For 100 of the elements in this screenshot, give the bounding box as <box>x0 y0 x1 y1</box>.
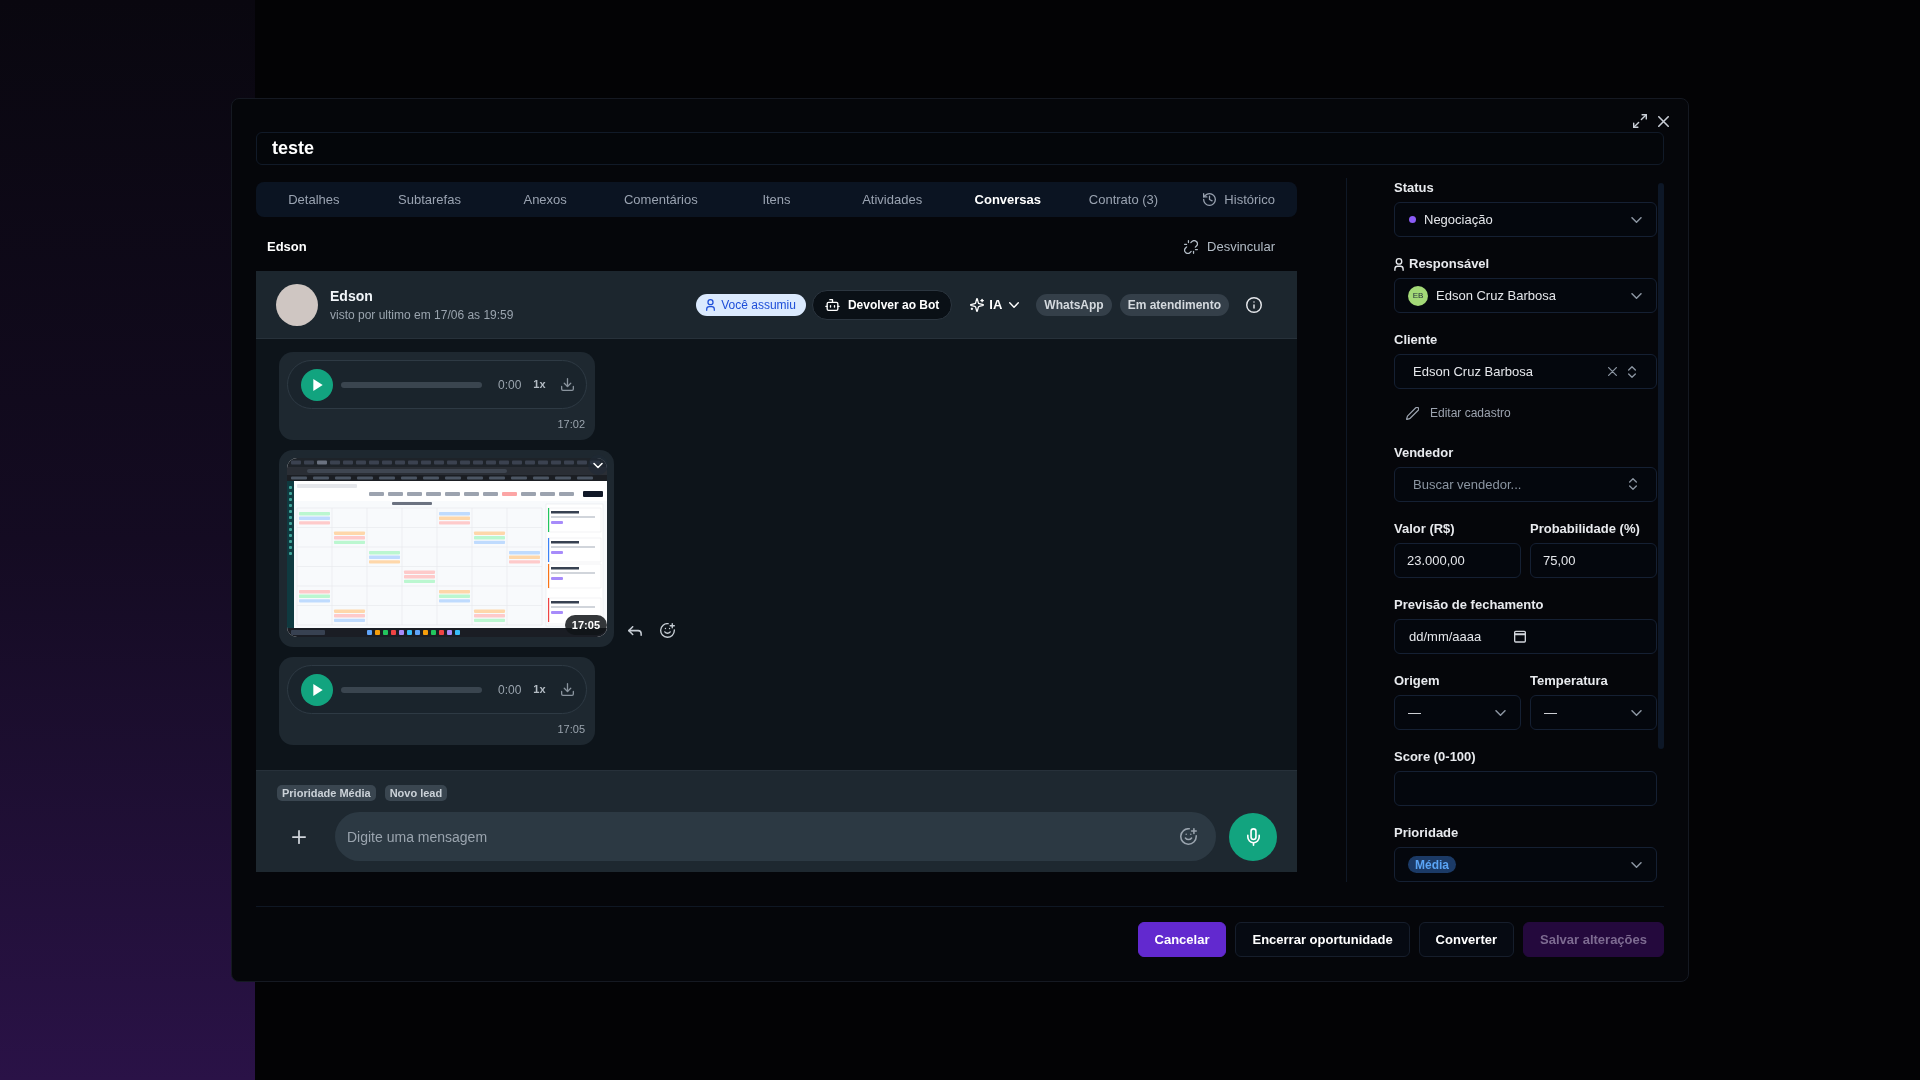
tab[interactable]: Detalhes <box>256 182 372 217</box>
plus-icon <box>292 829 306 844</box>
smiley-plus-icon <box>1180 828 1197 845</box>
up-down-chevron-icon <box>1629 478 1637 490</box>
user-avatar: EB <box>1408 285 1428 306</box>
chevron-down-icon <box>1631 216 1642 223</box>
number-field[interactable]: 23.000,00 <box>1394 543 1521 578</box>
tab[interactable]: Histórico <box>1181 182 1297 217</box>
tab[interactable]: Itens <box>718 182 835 217</box>
field-label: Vendedor <box>1394 444 1455 463</box>
contact-label: Edson <box>267 238 307 257</box>
status-select[interactable]: Negociação <box>1394 202 1657 237</box>
tab[interactable]: Subtarefas <box>371 182 488 217</box>
download-button[interactable] <box>561 378 574 391</box>
user-icon <box>1394 257 1404 271</box>
download-button[interactable] <box>561 683 574 696</box>
score-field[interactable] <box>1394 771 1657 806</box>
edit-link[interactable]: Editar cadastro <box>1394 401 1657 425</box>
download-icon <box>561 683 574 696</box>
pencil-icon <box>1406 406 1419 420</box>
client-select[interactable]: Edson Cruz Barbosa <box>1394 354 1657 389</box>
ai-menu-button[interactable]: IA <box>970 294 1020 315</box>
broken-link-icon <box>1184 240 1199 254</box>
conversation-tag: Novo lead <box>384 785 448 801</box>
audio-duration: 0:00 <box>498 681 522 699</box>
microphone-button[interactable] <box>1229 812 1277 861</box>
reply-icon <box>628 625 642 636</box>
up-down-chevron-icon <box>1628 365 1636 378</box>
info-button[interactable] <box>1246 296 1262 313</box>
expand-button[interactable] <box>1632 113 1648 129</box>
contact-avatar <box>276 283 318 326</box>
field-label: Origem <box>1394 672 1441 691</box>
field-label: Prioridade <box>1394 824 1460 843</box>
field-label: Temperatura <box>1530 672 1609 691</box>
tab[interactable]: Contrato (3) <box>1065 182 1182 217</box>
action-button[interactable]: Encerrar oportunidade <box>1235 922 1410 957</box>
field-label: Previsão de fechamento <box>1394 596 1545 615</box>
emoji-button[interactable] <box>1180 828 1197 845</box>
field-label: Cliente <box>1394 331 1439 350</box>
chevron-down-icon[interactable] <box>588 455 608 475</box>
close-icon <box>1608 367 1617 376</box>
action-button[interactable]: Converter <box>1418 922 1515 957</box>
priority-select[interactable]: Média <box>1394 847 1657 882</box>
chevron-down-icon <box>1495 709 1506 716</box>
message-time: 17:02 <box>557 417 585 431</box>
play-icon <box>313 378 323 391</box>
expand-icon <box>1633 114 1647 128</box>
close-icon <box>1657 115 1669 127</box>
unlink-button[interactable]: Desvincular <box>1184 237 1275 257</box>
download-icon <box>561 378 574 391</box>
seller-select[interactable]: Buscar vendedor... <box>1394 467 1657 502</box>
number-field[interactable]: 75,00 <box>1530 543 1657 578</box>
add-button[interactable] <box>292 829 306 844</box>
robot-icon <box>824 298 840 311</box>
audio-progress-track[interactable] <box>341 686 482 693</box>
field-label: Valor (R$) <box>1394 520 1456 539</box>
dropdown-select[interactable]: — <box>1394 695 1521 730</box>
smiley-plus-icon <box>660 623 675 638</box>
playback-speed-button[interactable]: 1x <box>533 376 546 393</box>
last-seen-text: visto por ultimo em 17/06 as 19:59 <box>330 306 514 323</box>
info-icon <box>1246 296 1262 313</box>
message-field[interactable]: Digite uma mensagem <box>335 812 1216 861</box>
dropdown-select[interactable]: — <box>1530 695 1657 730</box>
audio-progress-track[interactable] <box>341 381 482 388</box>
chevron-down-icon <box>1631 292 1642 299</box>
channel-tag: WhatsApp <box>1036 293 1112 316</box>
chevron-down-icon <box>1631 709 1642 716</box>
date-field[interactable]: dd/mm/aaaa <box>1394 619 1657 654</box>
microphone-icon <box>1246 827 1260 846</box>
reply-button[interactable] <box>628 625 642 636</box>
message-time: 17:05 <box>557 722 585 736</box>
play-button[interactable] <box>301 673 333 706</box>
clear-button[interactable] <box>1608 367 1617 376</box>
history-icon <box>1203 193 1217 206</box>
return-to-bot-button[interactable]: Devolver ao Bot <box>811 289 953 320</box>
field-label: Score (0-100) <box>1394 748 1477 767</box>
playback-speed-button[interactable]: 1x <box>533 681 546 698</box>
conversation-tag: Prioridade Média <box>277 785 376 801</box>
play-button[interactable] <box>301 368 333 401</box>
user-icon <box>706 298 716 311</box>
tab[interactable]: Comentários <box>603 182 719 217</box>
action-button[interactable]: Cancelar <box>1137 922 1227 957</box>
title-field[interactable]: teste <box>256 132 1664 165</box>
field-label: Responsável <box>1409 255 1490 274</box>
audio-duration: 0:00 <box>498 376 522 394</box>
close-button[interactable] <box>1656 114 1670 128</box>
scrollbar[interactable] <box>1658 183 1664 749</box>
tab[interactable]: Anexos <box>487 182 603 217</box>
chevron-down-icon <box>1631 861 1642 868</box>
responsible-select[interactable]: EB Edson Cruz Barbosa <box>1394 278 1657 313</box>
tab[interactable]: Conversas <box>950 182 1066 217</box>
field-label: Probabilidade (%) <box>1530 520 1641 539</box>
status-tag: Em atendimento <box>1119 293 1229 316</box>
calendar-icon[interactable] <box>1514 630 1526 643</box>
reaction-button[interactable] <box>660 623 675 638</box>
tab[interactable]: Atividades <box>834 182 950 217</box>
contact-name: Edson <box>330 286 374 305</box>
priority-badge: Média <box>1408 856 1456 873</box>
sparkles-icon <box>970 297 985 312</box>
play-icon <box>313 683 323 696</box>
